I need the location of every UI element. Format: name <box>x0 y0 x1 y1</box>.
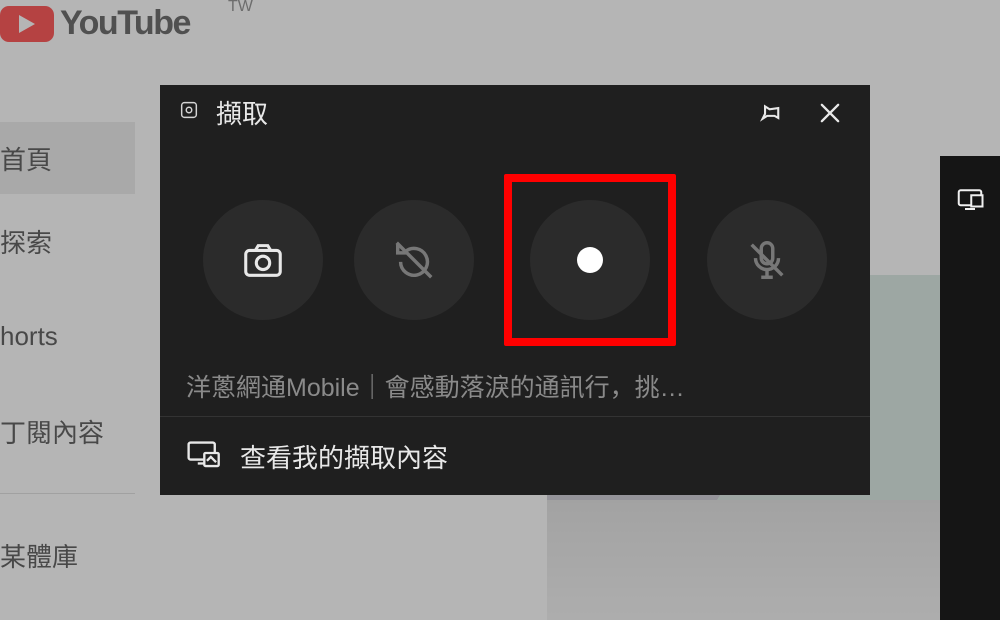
record-dot-icon <box>577 247 603 273</box>
capture-action-row <box>160 140 870 368</box>
pin-button[interactable] <box>748 91 792 135</box>
gamebar-capture-widget: 擷取 <box>160 85 870 495</box>
see-captures-label: 查看我的擷取內容 <box>240 438 448 475</box>
capture-title: 擷取 <box>216 94 732 131</box>
capture-widget-icon <box>178 99 200 126</box>
mic-toggle-button[interactable] <box>707 200 827 320</box>
record-last-button[interactable] <box>354 200 474 320</box>
replay-icon <box>391 237 437 283</box>
overlay-icon[interactable] <box>955 184 985 219</box>
capture-titlebar: 擷取 <box>160 85 870 140</box>
close-button[interactable] <box>808 91 852 135</box>
record-button-highlight <box>504 174 676 346</box>
mic-off-icon <box>744 237 790 283</box>
camera-icon <box>240 237 286 283</box>
screenshot-button[interactable] <box>203 200 323 320</box>
record-button[interactable] <box>530 200 650 320</box>
capture-source-label: 洋蔥網通Mobile｜會感動落淚的通訊行，挑… <box>160 368 870 416</box>
see-captures-link[interactable]: 查看我的擷取內容 <box>160 417 870 495</box>
gallery-icon <box>186 438 220 475</box>
gamebar-side-strip <box>940 156 1000 620</box>
